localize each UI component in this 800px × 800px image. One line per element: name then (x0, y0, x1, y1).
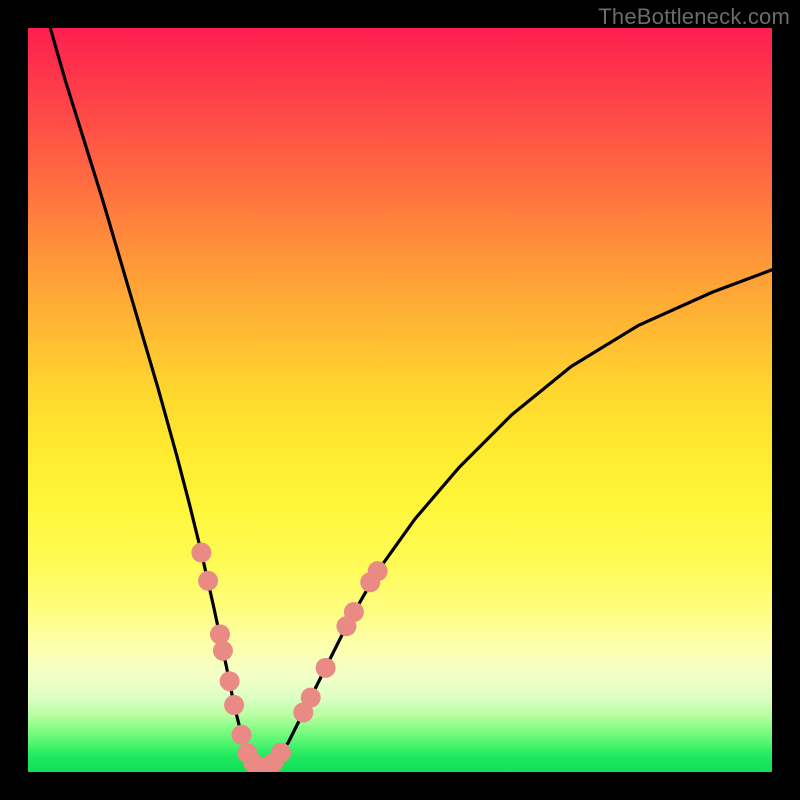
data-marker (213, 641, 233, 661)
bottleneck-chart (28, 28, 772, 772)
data-marker (368, 561, 388, 581)
data-marker (301, 688, 321, 708)
watermark-text: TheBottleneck.com (598, 4, 790, 30)
data-marker (220, 671, 240, 691)
data-marker (198, 571, 218, 591)
data-marker (224, 695, 244, 715)
data-marker (191, 543, 211, 563)
data-marker (316, 658, 336, 678)
data-marker (232, 725, 252, 745)
plot-frame (28, 28, 772, 772)
data-marker (271, 743, 291, 763)
data-marker (344, 602, 364, 622)
bottleneck-curve (50, 28, 772, 767)
